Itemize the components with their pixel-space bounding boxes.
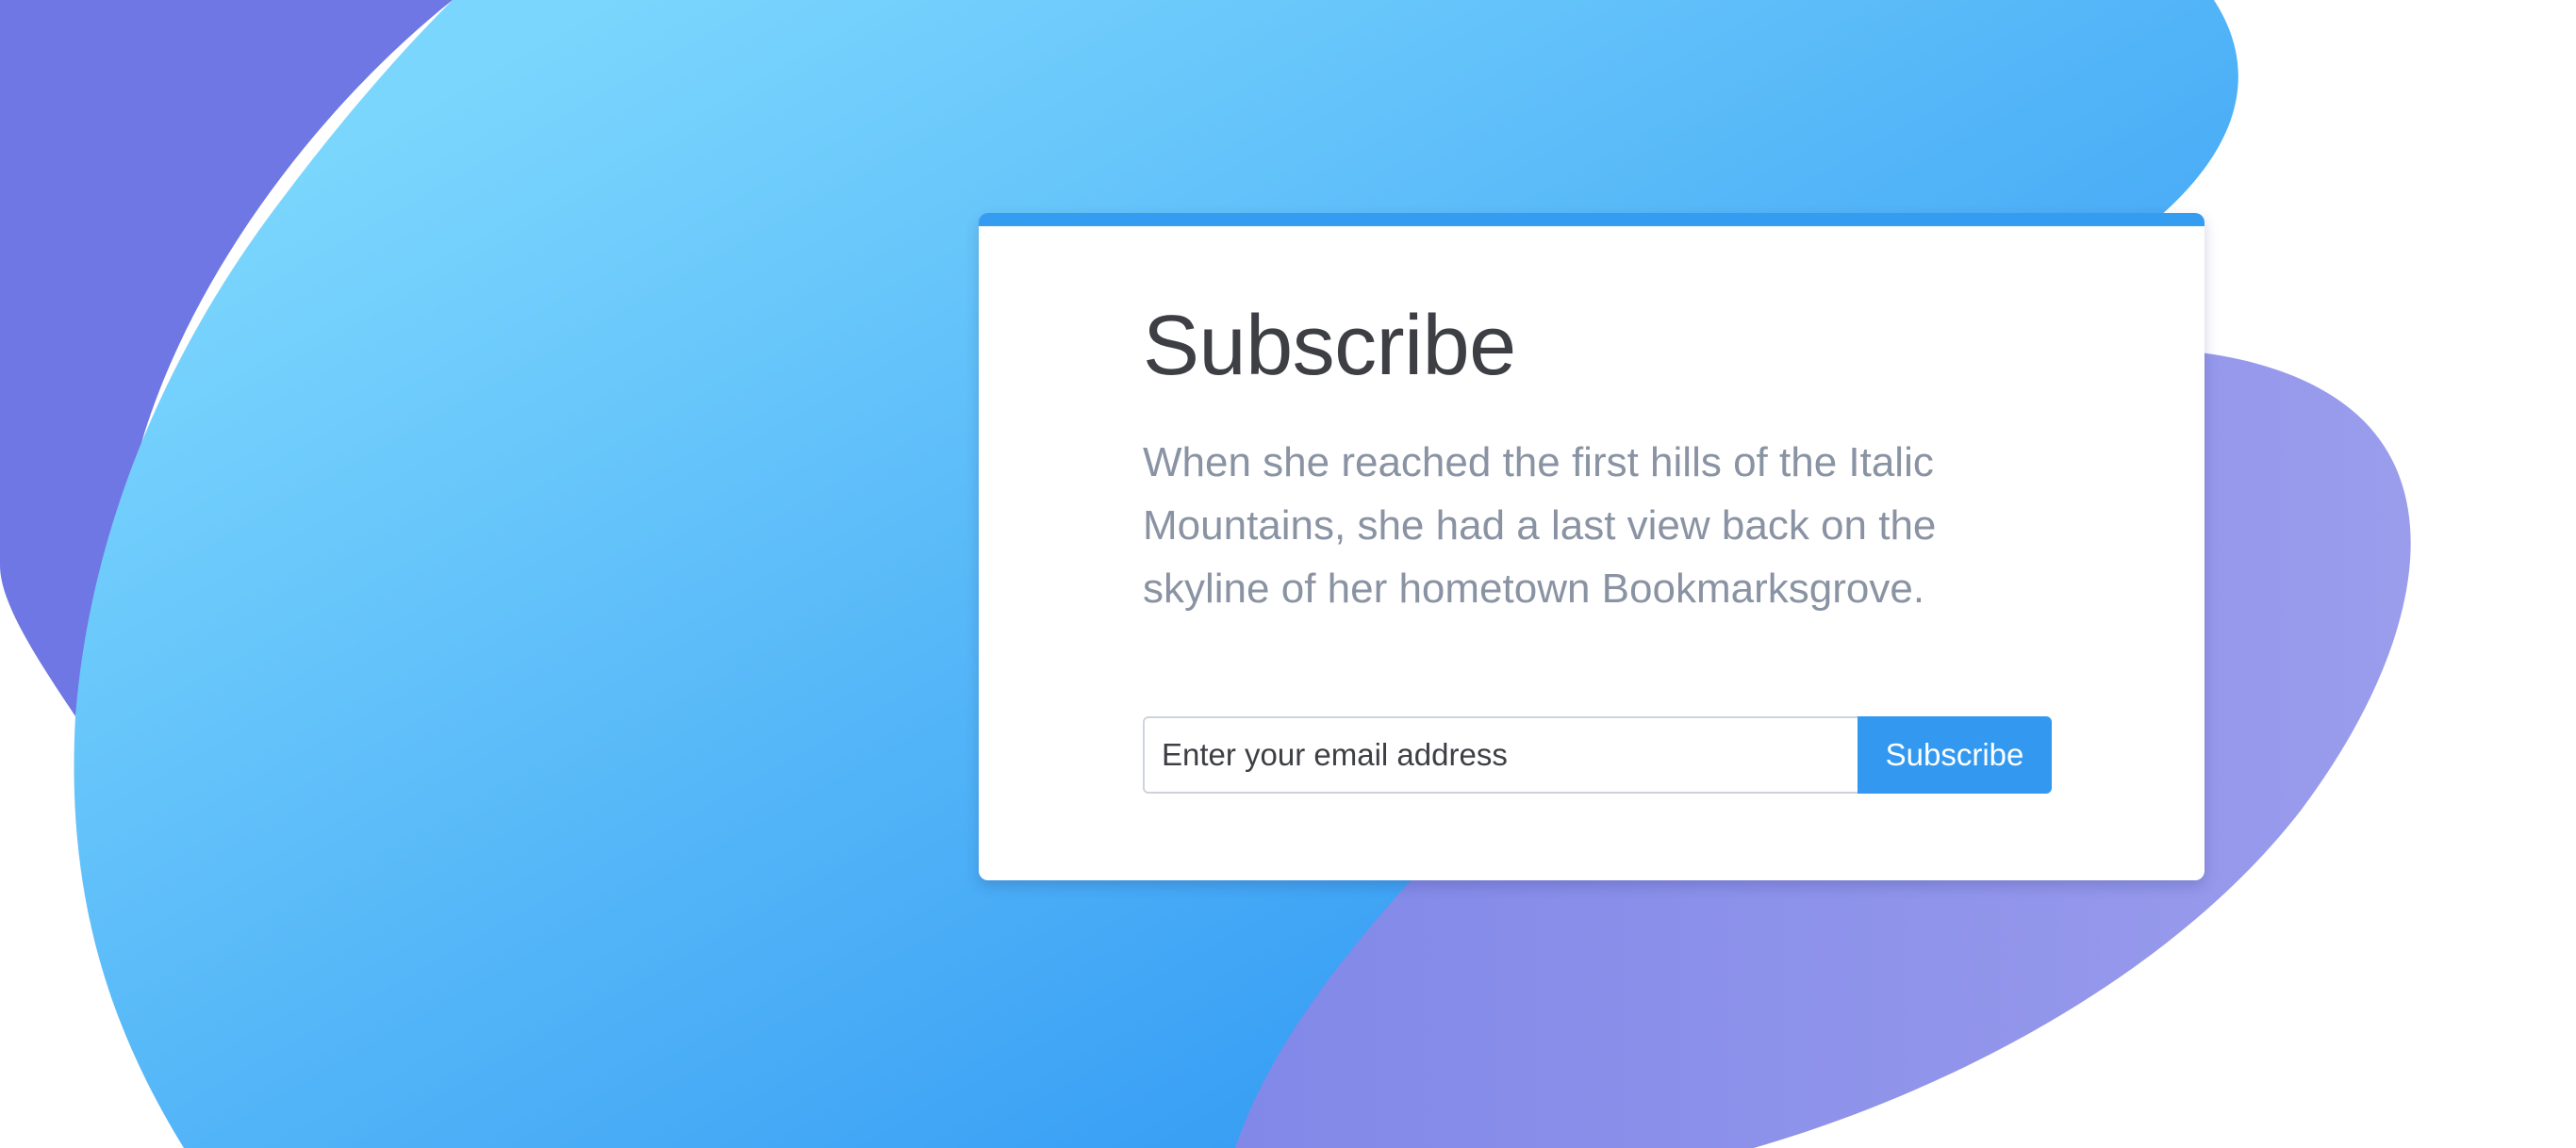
email-input[interactable] bbox=[1143, 716, 1858, 794]
card-content: Subscribe When she reached the first hil… bbox=[1143, 300, 2048, 620]
card-description: When she reached the first hills of the … bbox=[1143, 439, 1937, 612]
subscribe-card: Subscribe When she reached the first hil… bbox=[979, 213, 2204, 880]
subscribe-form: Subscribe bbox=[1143, 716, 2052, 794]
card-title: Subscribe bbox=[1143, 299, 1516, 393]
page-background: Subscribe When she reached the first hil… bbox=[0, 0, 2576, 1148]
subscribe-button[interactable]: Subscribe bbox=[1858, 716, 2052, 794]
